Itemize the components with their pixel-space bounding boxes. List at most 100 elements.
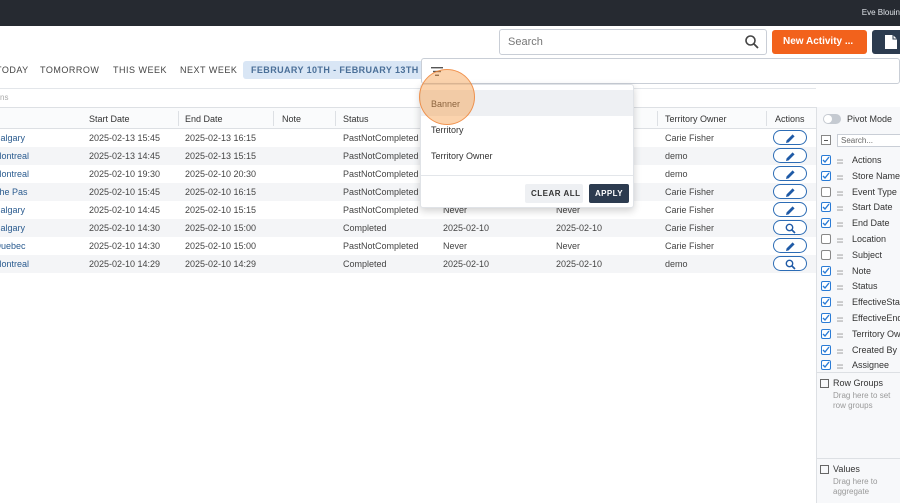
drag-handle-icon[interactable] (837, 204, 843, 212)
search-icon[interactable] (744, 34, 760, 50)
edit-button[interactable] (773, 130, 807, 145)
cell-store[interactable]: Calgary (0, 223, 25, 233)
table-row[interactable]: Quebec 2025-02-10 14:30 2025-02-10 15:00… (0, 237, 816, 255)
table-row[interactable]: Montreal 2025-02-10 19:30 2025-02-10 20:… (0, 165, 816, 183)
checkbox-checked-icon[interactable] (821, 281, 831, 292)
drag-handle-icon[interactable] (837, 283, 843, 291)
cell-store[interactable]: Calgary (0, 133, 25, 143)
column-divider[interactable] (766, 111, 767, 126)
drag-handle-icon[interactable] (837, 236, 843, 243)
clear-all-button[interactable]: CLEAR ALL (525, 184, 583, 203)
column-toggle-item[interactable]: Start Date (817, 200, 900, 216)
filter-next-week[interactable]: NEXT WEEK (180, 65, 237, 75)
column-toggle-item[interactable]: Status (817, 279, 900, 295)
cell-store[interactable]: Montreal (0, 169, 29, 179)
drag-handle-icon[interactable] (837, 252, 843, 259)
column-toggle-item[interactable]: EffectiveEnd (817, 311, 900, 327)
drag-handle-icon[interactable] (837, 331, 843, 338)
cell-store[interactable]: Calgary (0, 205, 25, 215)
drag-handle-icon[interactable] (837, 299, 843, 306)
user-name[interactable]: Eve Blouin (862, 8, 900, 17)
filter-this-week[interactable]: THIS WEEK (113, 65, 167, 75)
table-row[interactable]: Montreal 2025-02-13 14:45 2025-02-13 15:… (0, 147, 816, 165)
header-end-date[interactable]: End Date (185, 114, 223, 124)
table-row[interactable]: The Pas 2025-02-10 15:45 2025-02-10 16:1… (0, 183, 816, 201)
checkbox-checked-icon[interactable] (821, 218, 831, 229)
checkbox-icon[interactable] (821, 234, 831, 244)
checkbox-checked-icon[interactable] (821, 202, 831, 213)
filter-option-territory-owner[interactable]: Territory Owner (421, 142, 633, 168)
filter-date-range[interactable]: FEBRUARY 10TH - FEBRUARY 13TH (243, 61, 427, 79)
checkbox-checked-icon[interactable] (821, 155, 831, 165)
drag-handle-icon[interactable] (837, 220, 843, 227)
filter-tomorrow[interactable]: TOMORROW (40, 65, 99, 75)
header-status[interactable]: Status (343, 114, 369, 124)
drag-handle-icon[interactable] (837, 173, 843, 180)
column-toggle-item[interactable]: Location (817, 232, 900, 248)
column-toggle-item[interactable]: Note (817, 264, 900, 280)
filter-option-banner[interactable]: Banner (421, 90, 633, 116)
filter-lines-icon[interactable] (431, 67, 443, 76)
new-activity-button[interactable]: New Activity ... (772, 30, 867, 54)
export-button[interactable] (872, 30, 900, 54)
drag-handle-icon[interactable] (837, 362, 843, 370)
checkbox-checked-icon[interactable] (821, 344, 831, 355)
header-start-date[interactable]: Start Date (89, 114, 130, 124)
edit-button[interactable] (773, 202, 807, 217)
table-row[interactable]: Calgary 2025-02-13 15:45 2025-02-13 16:1… (0, 129, 816, 147)
column-toggle-item[interactable]: EffectiveStart (817, 295, 900, 311)
checkbox-icon[interactable] (821, 186, 831, 197)
checkbox-checked-icon[interactable] (821, 265, 831, 276)
drag-handle-icon[interactable] (837, 347, 843, 354)
column-toggle-item[interactable]: Territory Owner (817, 327, 900, 343)
table-row[interactable]: Calgary 2025-02-10 14:45 2025-02-10 15:1… (0, 201, 816, 219)
cell-start: 2025-02-13 14:45 (89, 151, 161, 161)
drag-handle-icon[interactable] (837, 157, 843, 164)
values-drop-zone[interactable]: Values Drag here to aggregate (817, 458, 900, 503)
column-divider[interactable] (273, 111, 274, 126)
checkbox-checked-icon[interactable] (821, 328, 831, 339)
filter-option-territory[interactable]: Territory (421, 116, 633, 142)
apply-button[interactable]: APPLY (589, 184, 629, 203)
checkbox-checked-icon[interactable] (821, 170, 831, 181)
select-all-checkbox[interactable] (821, 135, 831, 145)
edit-button[interactable] (773, 166, 807, 181)
column-toggle-item[interactable]: Store Name (817, 169, 900, 185)
column-toggle-item[interactable]: Actions (817, 153, 900, 169)
checkbox-checked-icon[interactable] (821, 297, 831, 308)
view-button[interactable] (773, 256, 807, 271)
edit-button[interactable] (773, 148, 807, 163)
cell-store[interactable]: Quebec (0, 241, 26, 251)
drag-handle-icon[interactable] (837, 189, 843, 196)
column-toggle-item[interactable]: Created By (817, 343, 900, 359)
header-note[interactable]: Note (282, 114, 301, 124)
view-button[interactable] (773, 220, 807, 235)
toggle-switch[interactable] (823, 114, 841, 124)
row-groups-drop-zone[interactable]: Row Groups Drag here to set row groups (817, 372, 900, 458)
column-divider[interactable] (657, 111, 658, 126)
pivot-mode-toggle[interactable]: Pivot Mode (823, 113, 900, 127)
checkbox-checked-icon[interactable] (821, 313, 831, 323)
cell-store[interactable]: Montreal (0, 259, 29, 269)
column-divider[interactable] (178, 111, 179, 126)
drag-handle-icon[interactable] (837, 268, 843, 275)
advanced-filter-input[interactable] (421, 58, 900, 84)
column-label: End Date (852, 218, 890, 229)
checkbox-icon[interactable] (821, 249, 831, 260)
table-row[interactable]: Montreal 2025-02-10 14:29 2025-02-10 14:… (0, 255, 816, 273)
column-toggle-item[interactable]: End Date (817, 216, 900, 232)
cell-store[interactable]: The Pas (0, 187, 28, 197)
filter-today[interactable]: TODAY (0, 65, 29, 75)
cell-store[interactable]: Montreal (0, 151, 29, 161)
header-territory-owner[interactable]: Territory Owner (665, 114, 727, 124)
search-input[interactable]: Search (499, 29, 767, 55)
drag-handle-icon[interactable] (837, 315, 843, 322)
column-toggle-item[interactable]: Subject (817, 248, 900, 264)
edit-button[interactable] (773, 184, 807, 199)
column-search-input[interactable]: Search... (837, 134, 900, 147)
checkbox-checked-icon[interactable] (821, 360, 831, 371)
table-row[interactable]: Calgary 2025-02-10 14:30 2025-02-10 15:0… (0, 219, 816, 237)
edit-button[interactable] (773, 238, 807, 253)
column-divider[interactable] (335, 111, 336, 126)
column-toggle-item[interactable]: Event Type (817, 185, 900, 201)
